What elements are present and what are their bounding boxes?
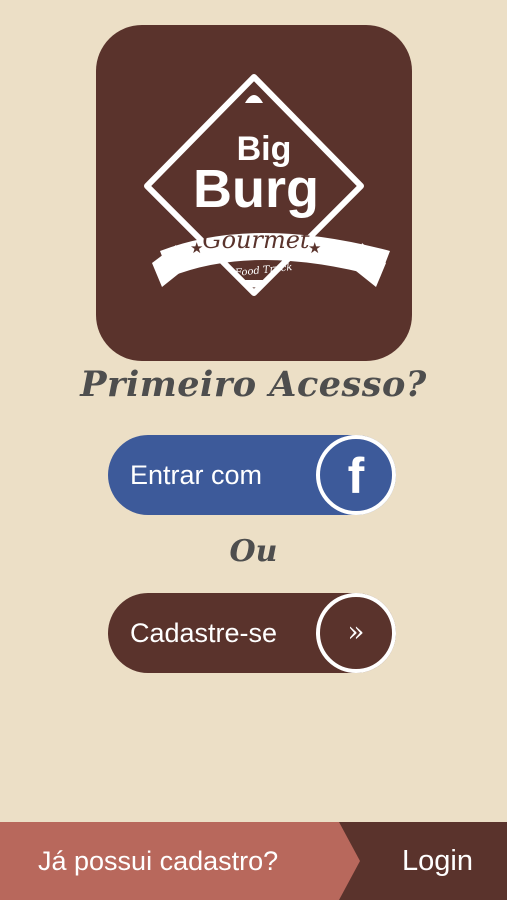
app-logo-card: ★ ★ Big Burg Gourmet Food Truck	[96, 25, 412, 361]
big-burg-logo: ★ ★ Big Burg Gourmet Food Truck	[144, 74, 390, 296]
already-registered-section: Já possui cadastro?	[0, 822, 360, 900]
already-registered-text: Já possui cadastro?	[38, 846, 279, 876]
svg-text:★: ★	[190, 239, 203, 257]
login-button[interactable]: Login	[402, 822, 473, 900]
register-button[interactable]: Cadastre-se »	[108, 593, 396, 673]
logo-word-burg: Burg	[193, 159, 319, 219]
register-label: Cadastre-se	[130, 618, 278, 648]
double-chevron-right-icon: »	[316, 593, 396, 673]
svg-text:★: ★	[308, 239, 321, 257]
logo-ribbon-text: Gourmet	[202, 226, 310, 254]
logo-tagline: Food Truck	[234, 262, 293, 279]
first-access-heading: Primeiro Acesso?	[80, 364, 427, 405]
facebook-icon: f	[316, 435, 396, 515]
facebook-login-label: Entrar com	[130, 460, 263, 490]
or-separator: Ou	[229, 534, 278, 569]
bottom-login-bar: Já possui cadastro? Login	[0, 822, 507, 900]
facebook-login-button[interactable]: Entrar com f	[108, 435, 396, 515]
